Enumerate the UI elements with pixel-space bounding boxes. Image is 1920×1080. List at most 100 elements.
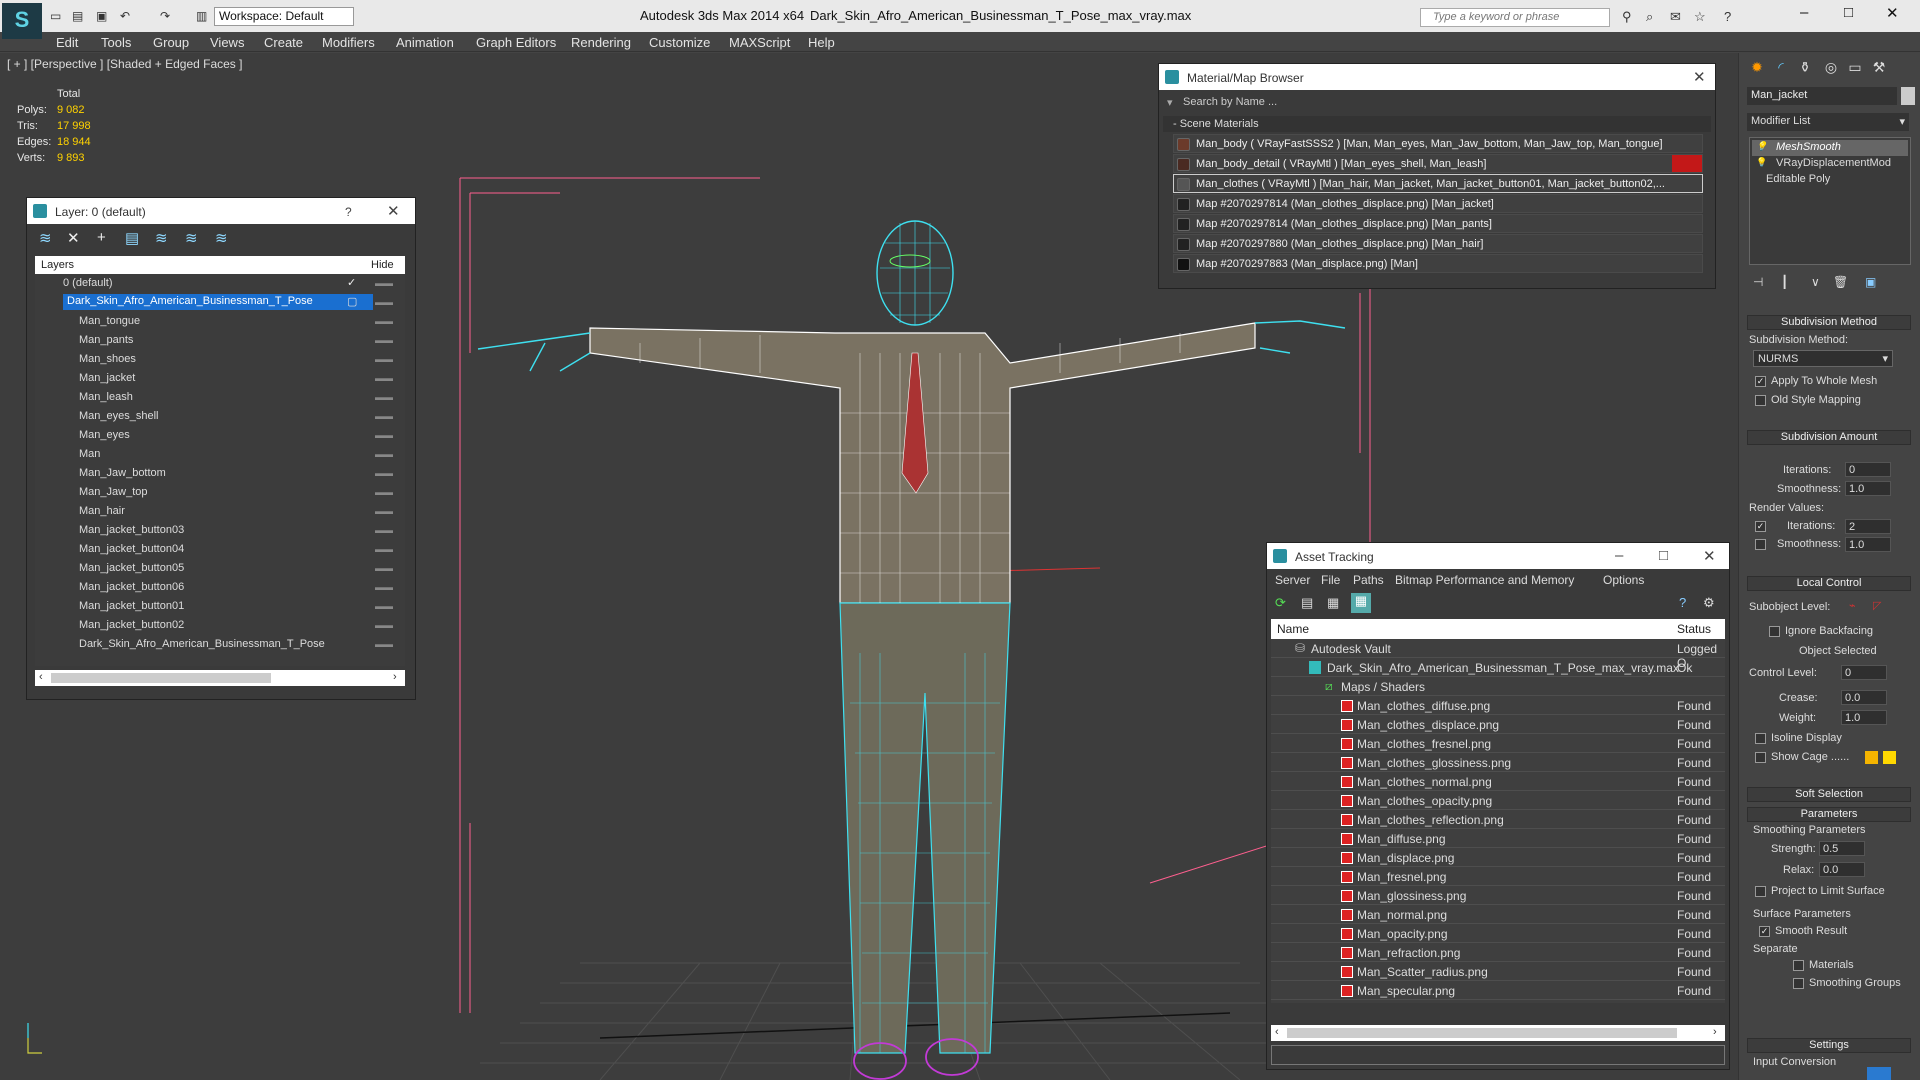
name-column-label[interactable]: Name <box>1277 622 1309 636</box>
layer-row[interactable]: Man_jacket_button05 ▬▬ <box>35 559 405 578</box>
asset-row[interactable]: Man_clothes_diffuse.png Found <box>1271 696 1725 715</box>
project-folder-icon[interactable]: ▥ <box>196 9 207 23</box>
material-close-icon[interactable]: ✕ <box>1693 68 1706 86</box>
show-end-result-icon[interactable]: ┃ <box>1781 275 1788 289</box>
stack-item-editable-poly[interactable]: Editable Poly <box>1752 172 1908 188</box>
display-tab-icon[interactable]: ▭ <box>1845 59 1865 79</box>
asset-row[interactable]: Man_clothes_displace.png Found <box>1271 715 1725 734</box>
asset-row[interactable]: Man_clothes_fresnel.png Found <box>1271 734 1725 753</box>
render-iterations-spinner[interactable]: 2 <box>1845 519 1891 534</box>
menu-customize[interactable]: Customize <box>649 35 710 50</box>
material-row[interactable]: Man_clothes ( VRayMtl ) [Man_hair, Man_j… <box>1173 174 1703 193</box>
layer-freeze-all-icon[interactable]: ≋ <box>215 229 228 247</box>
scroll-right-icon[interactable]: › <box>393 671 397 683</box>
layer-delete-icon[interactable]: ✕ <box>67 229 80 247</box>
asset-help-icon[interactable]: ? <box>1679 595 1686 610</box>
status-column-label[interactable]: Status <box>1677 622 1711 636</box>
layer-row[interactable]: Dark_Skin_Afro_American_Businessman_T_Po… <box>35 635 405 654</box>
layer-row[interactable]: Man_jacket_button01 ▬▬ <box>35 597 405 616</box>
weight-spinner[interactable]: 1.0 <box>1841 710 1887 725</box>
hide-toggle[interactable]: ▬▬ <box>375 392 393 402</box>
hide-toggle[interactable]: ▬▬ <box>375 449 393 459</box>
strength-spinner[interactable]: 0.5 <box>1819 841 1865 856</box>
material-search-input[interactable]: ▾ Search by Name ... <box>1163 94 1711 112</box>
old-style-checkbox[interactable] <box>1755 395 1766 406</box>
layer-row[interactable]: Man_jacket_button03 ▬▬ <box>35 521 405 540</box>
minimize-icon[interactable]: – <box>1800 4 1808 21</box>
keyword-search-input[interactable]: Type a keyword or phrase <box>1420 8 1610 27</box>
hide-toggle[interactable]: ▬▬ <box>375 487 393 497</box>
menu-views[interactable]: Views <box>210 35 244 50</box>
modifier-list-dropdown[interactable]: Modifier List ▾ <box>1747 113 1909 131</box>
asset-row[interactable]: Man_refraction.png Found <box>1271 943 1725 962</box>
asset-row[interactable]: Man_fresnel.png Found <box>1271 867 1725 886</box>
layer-row[interactable]: Man_leash ▬▬ <box>35 388 405 407</box>
cage-color-swatch[interactable] <box>1865 751 1878 764</box>
control-level-spinner[interactable]: 0 <box>1841 665 1887 680</box>
asset-row[interactable]: Man_diffuse.png Found <box>1271 829 1725 848</box>
object-name-field[interactable]: Man_jacket <box>1747 87 1897 105</box>
stack-item-vraydisplacement[interactable]: 💡 VRayDisplacementMod <box>1752 156 1908 172</box>
rollout-subdivision-method[interactable]: Subdivision Method <box>1747 315 1911 330</box>
crease-spinner[interactable]: 0.0 <box>1841 690 1887 705</box>
asset-row[interactable]: Man_glossiness.png Found <box>1271 886 1725 905</box>
new-file-icon[interactable]: ▭ <box>50 9 61 23</box>
hide-toggle[interactable]: ▬▬ <box>375 278 393 288</box>
hide-toggle[interactable]: ▬▬ <box>375 468 393 478</box>
asset-row[interactable]: Man_clothes_glossiness.png Found <box>1271 753 1725 772</box>
layer-horizontal-scrollbar[interactable]: ‹ › <box>35 670 405 686</box>
project-limit-checkbox[interactable] <box>1755 886 1766 897</box>
rollout-local-control[interactable]: Local Control <box>1747 576 1911 591</box>
layer-row[interactable]: Man_tongue ▬▬ <box>35 312 405 331</box>
render-smoothness-spinner[interactable]: 1.0 <box>1845 537 1891 552</box>
rollout-settings[interactable]: Settings <box>1747 1038 1911 1053</box>
material-row[interactable]: Map #2070297880 (Man_clothes_displace.pn… <box>1173 234 1703 253</box>
relax-spinner[interactable]: 0.0 <box>1819 862 1865 877</box>
layers-column-label[interactable]: Layers <box>41 259 74 271</box>
asset-menu-options[interactable]: Options <box>1603 573 1644 587</box>
scroll-thumb[interactable] <box>1287 1028 1677 1038</box>
rollout-soft-selection[interactable]: Soft Selection <box>1747 787 1911 802</box>
asset-row[interactable]: Man_specular.png Found <box>1271 981 1725 1000</box>
hide-toggle[interactable]: ▬▬ <box>375 297 393 307</box>
hide-toggle[interactable]: ▬▬ <box>375 639 393 649</box>
hide-toggle[interactable]: ▬▬ <box>375 373 393 383</box>
layer-row[interactable]: Man_shoes ▬▬ <box>35 350 405 369</box>
configure-sets-icon[interactable]: ▣ <box>1865 275 1876 289</box>
menu-modifiers[interactable]: Modifiers <box>322 35 375 50</box>
scroll-left-icon[interactable]: ‹ <box>39 671 43 683</box>
ignore-backfacing-checkbox[interactable] <box>1769 626 1780 637</box>
hide-toggle[interactable]: ▬▬ <box>375 411 393 421</box>
scroll-right-icon[interactable]: › <box>1713 1026 1717 1038</box>
asset-menu-paths[interactable]: Paths <box>1353 573 1384 587</box>
layer-row[interactable]: Man_Jaw_bottom ▬▬ <box>35 464 405 483</box>
menu-maxscript[interactable]: MAXScript <box>729 35 790 50</box>
search-icon[interactable]: ⌕ <box>1646 9 1653 25</box>
layer-row[interactable]: Man_jacket ▬▬ <box>35 369 405 388</box>
menu-rendering[interactable]: Rendering <box>571 35 631 50</box>
asset-row[interactable]: Man_clothes_reflection.png Found <box>1271 810 1725 829</box>
layer-close-icon[interactable]: ✕ <box>387 202 400 220</box>
scroll-left-icon[interactable]: ‹ <box>1275 1026 1279 1038</box>
hide-toggle[interactable]: ▬▬ <box>375 316 393 326</box>
favorites-star-icon[interactable]: ☆ <box>1694 9 1706 25</box>
layer-row[interactable]: Dark_Skin_Afro_American_Businessman_T_Po… <box>35 293 405 312</box>
asset-menu-server[interactable]: Server <box>1275 573 1310 587</box>
menu-group[interactable]: Group <box>153 35 189 50</box>
set-current-box-icon[interactable]: ▢ <box>347 295 357 308</box>
layer-row[interactable]: Man_eyes_shell ▬▬ <box>35 407 405 426</box>
modify-tab-icon[interactable]: ◜ <box>1771 59 1791 79</box>
hide-toggle[interactable]: ▬▬ <box>375 601 393 611</box>
undo-icon[interactable]: ↶ <box>120 9 130 23</box>
material-row[interactable]: Man_body ( VRayFastSSS2 ) [Man, Man_eyes… <box>1173 134 1703 153</box>
smoothness-spinner[interactable]: 1.0 <box>1845 481 1891 496</box>
menu-tools[interactable]: Tools <box>101 35 131 50</box>
asset-horizontal-scrollbar[interactable]: ‹ › <box>1271 1025 1725 1041</box>
material-row[interactable]: Man_body_detail ( VRayMtl ) [Man_eyes_sh… <box>1173 154 1703 173</box>
menu-animation[interactable]: Animation <box>396 35 454 50</box>
hide-column-label[interactable]: Hide <box>371 259 394 271</box>
viewport-label[interactable]: [ + ] [Perspective ] [Shaded + Edged Fac… <box>7 57 242 71</box>
hide-toggle[interactable]: ▬▬ <box>375 563 393 573</box>
help-icon[interactable]: ? <box>1724 9 1731 24</box>
hide-toggle[interactable]: ▬▬ <box>375 430 393 440</box>
